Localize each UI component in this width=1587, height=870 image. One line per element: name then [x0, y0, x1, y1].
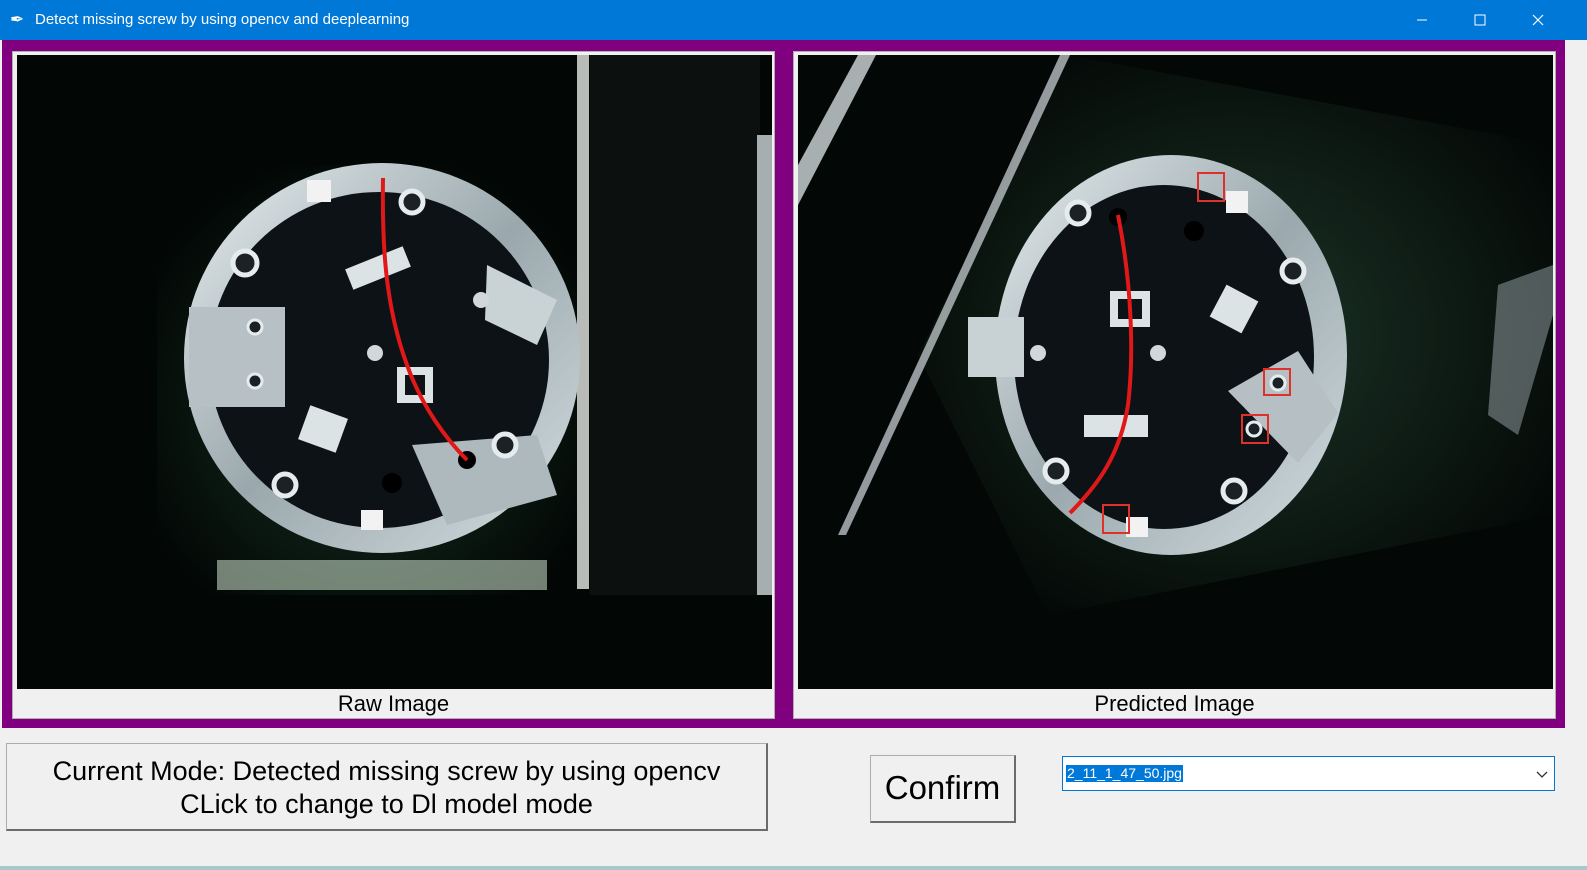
minimize-icon — [1417, 19, 1427, 21]
confirm-button[interactable]: Confirm — [870, 755, 1016, 823]
close-button[interactable] — [1509, 0, 1567, 40]
maximize-button[interactable] — [1451, 0, 1509, 40]
mode-button-line2: CLick to change to Dl model mode — [180, 789, 593, 819]
raw-image-label: Raw Image — [337, 691, 450, 716]
mode-toggle-button[interactable]: Current Mode: Detected missing screw by … — [6, 743, 768, 831]
raw-image — [17, 55, 772, 689]
file-select-value: 2_11_1_47_50.jpg — [1066, 765, 1183, 782]
raw-image-graphic — [17, 55, 772, 689]
predicted-image — [798, 55, 1553, 689]
minimize-button[interactable] — [1393, 0, 1451, 40]
predicted-image-graphic — [798, 55, 1553, 689]
chevron-down-icon[interactable] — [1534, 766, 1550, 782]
file-select[interactable]: 2_11_1_47_50.jpg — [1062, 756, 1555, 791]
close-icon — [1532, 14, 1544, 26]
maximize-icon — [1474, 14, 1486, 26]
mode-button-line1: Current Mode: Detected missing screw by … — [52, 756, 721, 786]
feather-icon: ✒ — [10, 10, 25, 29]
predicted-image-panel: Predicted Image — [793, 51, 1556, 719]
title-bar: ✒ Detect missing screw by using opencv a… — [0, 0, 1587, 40]
raw-image-panel: Raw Image — [12, 51, 775, 719]
predicted-image-label: Predicted Image — [1094, 691, 1255, 716]
window-title: Detect missing screw by using opencv and… — [35, 11, 410, 28]
window-bottom-edge — [0, 866, 1587, 870]
